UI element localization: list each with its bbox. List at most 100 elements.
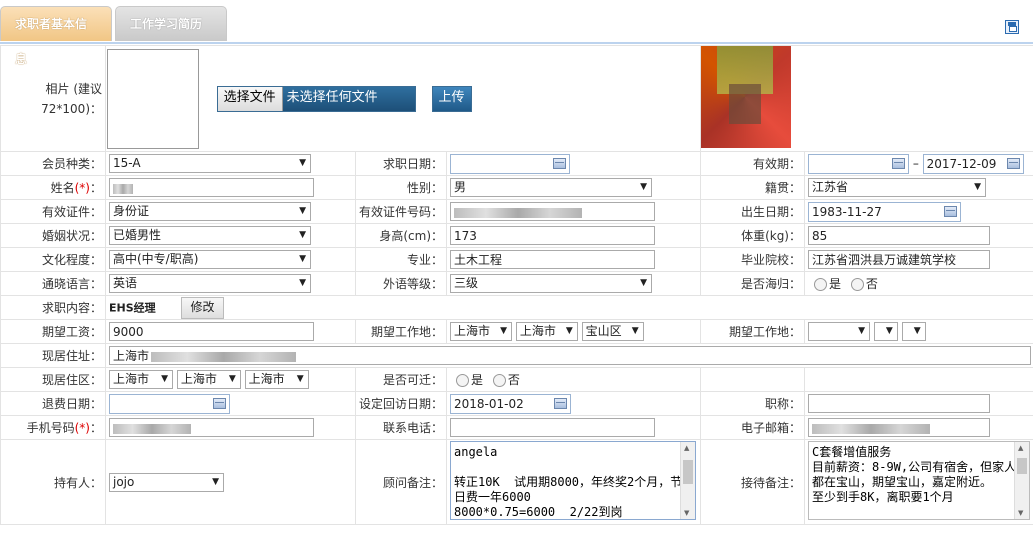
job-title-label: 职称： [700,391,805,416]
visit-date-input[interactable]: 2018-01-02 [450,393,571,414]
tab-bar: 求职者基本信息 工作学习简历 [0,0,1033,66]
photo-preview-box [107,48,199,149]
job-date-input[interactable] [450,153,570,174]
work-place-city-select[interactable]: 上海市 [515,322,578,341]
returnee-label: 是否海归： [700,271,805,296]
name-label: 姓名(*)： [0,175,106,200]
salary-label: 期望工资： [0,319,106,344]
gender-select[interactable]: 男 [450,178,652,197]
calendar-icon[interactable] [892,157,905,169]
no-file-text: 未选择任何文件 [282,86,415,111]
job-content-label: 求职内容： [0,295,106,320]
calendar-icon[interactable] [213,397,226,409]
education-label: 文化程度： [0,247,106,272]
calendar-icon[interactable] [553,157,566,169]
relocate-no-label: 否 [507,373,520,387]
job-date-label: 求职日期： [355,151,447,176]
refund-date-label: 退费日期： [0,391,106,416]
native-place-label: 籍贯： [700,175,805,200]
work-place-district-select[interactable]: 宝山区 [581,322,644,341]
tab-work-study-resume[interactable]: 工作学习简历 [115,6,227,41]
empty-cell [804,367,1033,392]
work-place-2-city-select[interactable] [873,322,898,341]
school-label: 毕业院校： [700,247,805,272]
job-title-input[interactable] [808,394,990,413]
calendar-icon[interactable] [1006,157,1020,169]
district-province-select[interactable]: 上海市 [109,370,173,389]
relocate-label: 是否可迁： [355,367,447,392]
applicant-form: 相片 (建议72*100)： 选择文件 未选择任何文件 上传 会员种类： 15-… [0,45,1033,525]
language-level-label: 外语等级： [355,271,447,296]
mobile-input[interactable] [109,418,314,437]
tel-input[interactable] [450,418,655,437]
reception-note-scrollbar[interactable]: ▲ ▼ [1014,442,1029,519]
file-chooser[interactable]: 选择文件 未选择任何文件 [216,85,416,112]
applicant-photo [701,46,791,148]
district-city-select[interactable]: 上海市 [176,370,241,389]
tab-basic-info[interactable]: 求职者基本信息 [0,6,112,66]
height-label: 身高(cm)： [355,223,447,248]
consultant-note-label: 顾问备注： [355,439,447,525]
district-label: 现居住区： [0,367,106,392]
calendar-icon[interactable] [944,205,957,217]
work-place-2-province-select[interactable] [808,322,870,341]
name-input[interactable] [109,178,314,197]
reception-note-label: 接待备注： [700,439,805,525]
job-content-value: EHS经理 [109,301,156,314]
empty-cell [700,367,805,392]
consultant-note-textarea[interactable]: angela 转正10K 试用期8000，年终奖2个月，节日费一年6000 80… [450,441,696,520]
returnee-no-radio[interactable] [850,278,864,291]
calendar-icon[interactable] [554,397,567,409]
major-label: 专业： [355,247,447,272]
height-input[interactable]: 173 [450,226,655,245]
relocate-yes-radio[interactable] [456,374,469,387]
gender-label: 性别： [355,175,447,200]
district-area-select[interactable]: 上海市 [244,370,309,389]
returnee-yes-radio[interactable] [814,278,827,291]
upload-button[interactable]: 上传 [431,85,472,112]
id-number-input[interactable] [450,202,655,221]
edit-job-content-button[interactable]: 修改 [181,296,224,319]
language-select[interactable]: 英语 [109,274,311,293]
valid-from-input[interactable] [808,153,909,174]
returnee-no-label: 否 [865,277,878,291]
work-place-2-label: 期望工作地： [700,319,805,344]
save-icon[interactable] [1005,20,1019,34]
tel-label: 联系电话： [355,415,447,440]
choose-file-button[interactable]: 选择文件 [217,86,283,111]
address-input[interactable]: 上海市 [109,346,1031,365]
marital-label: 婚姻状况： [0,223,106,248]
weight-label: 体重(kg)： [700,223,805,248]
date-separator: – [912,156,919,170]
id-type-select[interactable]: 身份证 [109,202,311,221]
weight-input[interactable]: 85 [808,226,990,245]
salary-input[interactable]: 9000 [109,322,314,341]
education-select[interactable]: 高中(中专/职高) [109,250,311,269]
email-label: 电子邮箱： [700,415,805,440]
major-input[interactable]: 土木工程 [450,250,655,269]
mobile-label: 手机号码(*)： [0,415,106,440]
valid-to-input[interactable]: 2017-12-09 [922,153,1024,174]
address-label: 现居住址： [0,343,106,368]
email-input[interactable] [808,418,990,437]
birth-date-input[interactable]: 1983-11-27 [808,201,961,222]
id-number-label: 有效证件号码： [355,199,447,224]
language-level-select[interactable]: 三级 [450,274,652,293]
work-place-label: 期望工作地： [355,319,447,344]
holder-select[interactable]: jojo [109,472,224,492]
member-type-label: 会员种类： [0,151,106,176]
relocate-no-radio[interactable] [492,374,506,387]
consultant-note-scrollbar[interactable]: ▲ ▼ [680,442,695,519]
marital-select[interactable]: 已婚男性 [109,226,311,245]
reception-note-textarea[interactable]: C套餐增值服务 目前薪资：8-9W,公司有宿舍，但家人都在宝山，期望宝山，嘉定附… [808,441,1030,520]
refund-date-input[interactable] [109,393,230,414]
school-input[interactable]: 江苏省泗洪县万诚建筑学校 [808,250,990,269]
id-type-label: 有效证件： [0,199,106,224]
birth-date-label: 出生日期： [700,199,805,224]
member-type-select[interactable]: 15-A [109,154,311,173]
work-place-2-district-select[interactable] [901,322,926,341]
returnee-yes-label: 是 [829,277,842,291]
native-place-select[interactable]: 江苏省 [808,178,986,197]
work-place-province-select[interactable]: 上海市 [450,322,512,341]
visit-date-label: 设定回访日期： [355,391,447,416]
